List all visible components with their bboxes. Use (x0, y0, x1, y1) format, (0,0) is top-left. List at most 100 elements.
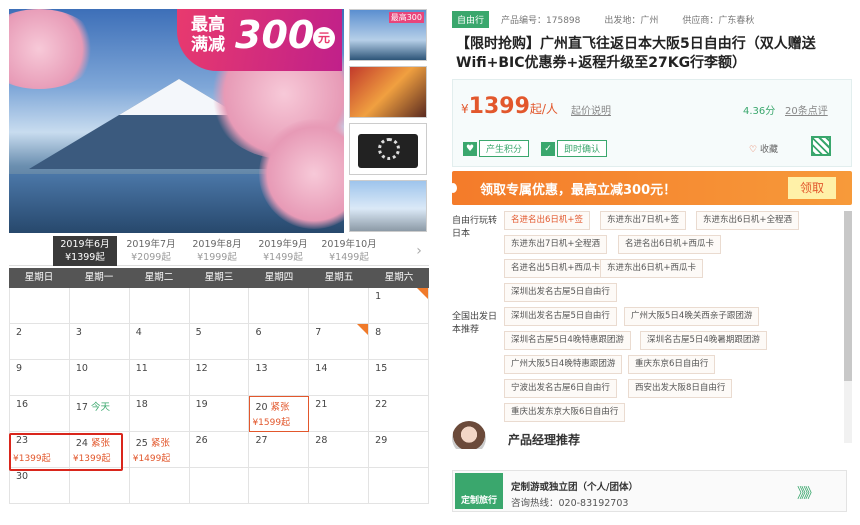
weekday-label: 星期六 (384, 272, 414, 283)
calendar-cell-day[interactable]: 27 (249, 432, 310, 468)
day-number: 8 (375, 327, 382, 338)
route-chip[interactable]: 东进东出6日机+西瓜卡 (600, 259, 704, 278)
reviews-link[interactable]: 20条点评 (785, 102, 828, 117)
thumbnail-2[interactable] (349, 66, 427, 118)
weekday-label: 星期四 (264, 272, 294, 283)
calendar-cell-day[interactable]: 15 (369, 360, 430, 396)
route-chip[interactable]: 广州大阪5日4晚特惠跟团游 (504, 355, 623, 374)
chevron-right-icon[interactable]: › (409, 236, 429, 266)
calendar-cell-day[interactable]: 12 (189, 360, 250, 396)
day-number: 18 (135, 399, 148, 410)
day-number: 25 (135, 438, 148, 449)
day-number: 20 (255, 402, 268, 413)
route-chip[interactable]: 深圳名古屋5日4晚暑期跟团游 (640, 331, 767, 350)
product-title: 【限时抢购】广州直飞往返日本大阪5日自由行（双人赠送Wifi+BIC优惠券+返程… (456, 36, 816, 71)
calendar-cell-day[interactable]: 7 (309, 324, 370, 360)
calendar-cell-day[interactable]: 1 (369, 288, 430, 324)
manager-avatar (452, 421, 486, 449)
calendar-cell-day[interactable]: 22 (369, 396, 430, 432)
promo-text: 最高满减 (191, 15, 225, 55)
month-label: 2019年9月 (258, 239, 308, 250)
price-value: 1399 (468, 94, 530, 119)
day-number: 6 (255, 327, 262, 338)
tab-month-3[interactable]: 2019年8月 ¥1999起 (185, 236, 249, 266)
day-number: 16 (16, 399, 29, 410)
scrollbar[interactable] (844, 211, 852, 443)
route-chip[interactable]: 广州大阪5日4晚关西亲子跟团游 (624, 307, 760, 326)
day-number: 2 (16, 327, 23, 338)
route-chip[interactable]: 东进东出7日机+全程酒 (504, 235, 608, 254)
route-chip[interactable]: 东进东出6日机+全程酒 (696, 211, 800, 230)
price-box: ¥1399起/人 起价说明 4.36分 20条点评 ♥ 产生积分 ✓ 即时确认 ♡ … (452, 79, 852, 167)
thumbnail-4[interactable] (349, 180, 427, 232)
month-price: ¥2099起 (131, 252, 171, 263)
calendar-cell-day[interactable]: 6 (249, 324, 310, 360)
route-chip[interactable]: 名进名出6日机+西瓜卡 (618, 235, 722, 254)
coupon-banner: 领取专属优惠，最高立减300元！ 领取 (449, 171, 852, 205)
calendar-cell-empty (309, 468, 370, 504)
route-chip[interactable]: 重庆出发东京大阪6日自由行 (504, 403, 626, 422)
route-chip[interactable]: 东进东出7日机+签 (600, 211, 687, 230)
calendar-cell-day[interactable]: 26 (189, 432, 250, 468)
calendar-cell-day[interactable]: 9 (10, 360, 70, 396)
calendar-cell-day[interactable]: 19 (189, 396, 250, 432)
calendar-cell-day[interactable]: 2 (10, 324, 70, 360)
route-chip[interactable]: 名进名出5日机+西瓜卡 (504, 259, 608, 278)
main-photo-fuji[interactable]: 最高满减 300 元 (9, 9, 344, 233)
tab-month-2[interactable]: 2019年7月 ¥2099起 (119, 236, 183, 266)
product-panel: 自由行 产品编号：175898 出发地：广州 供应商：广东春秋 【限时抢购】广州… (449, 9, 852, 449)
price-explain-link[interactable]: 起价说明 (571, 102, 611, 117)
tab-month-4[interactable]: 2019年9月 ¥1499起 (251, 236, 315, 266)
qr-code-icon[interactable] (811, 136, 831, 156)
hotline: 咨询热线：020-83192703 (511, 498, 629, 509)
instant-label: 即时确认 (557, 140, 608, 157)
calendar-cell-day[interactable]: 30 (10, 468, 70, 504)
custom-tour-card[interactable]: 定制旅行 定制游或独立团（个人/团体） 咨询热线：020-83192703 》》… (452, 470, 847, 512)
calendar-cell-empty (10, 288, 70, 324)
route-chip[interactable]: 深圳名古屋5日4晚特惠跟团游 (504, 331, 631, 350)
calendar-cell-empty (129, 468, 190, 504)
calendar-cell-available[interactable]: 25 紧张 ¥1499起 (129, 432, 190, 468)
calendar-cell-day[interactable]: 16 (10, 396, 70, 432)
tab-month-1[interactable]: 2019年6月 ¥1399起 (53, 236, 117, 266)
calendar-cell-day[interactable]: 21 (309, 396, 370, 432)
calendar-cell-day[interactable]: 18 (129, 396, 190, 432)
calendar-cell-day[interactable]: 3 (69, 324, 130, 360)
calendar-cell-day[interactable]: 5 (189, 324, 250, 360)
calendar-cell-day[interactable]: 8 (369, 324, 430, 360)
day-number: 5 (195, 327, 202, 338)
calendar-cell-day[interactable]: 4 (129, 324, 190, 360)
calendar-cell-day[interactable]: 29 (369, 432, 430, 468)
arrow-right-icon[interactable]: 》》》 (797, 483, 819, 503)
calendar-cell-day[interactable]: 10 (69, 360, 130, 396)
day-number: 21 (315, 399, 328, 410)
route-chip[interactable]: 深圳出发名古屋5日自由行 (504, 283, 617, 302)
departure-city: 出发地：广州 (604, 15, 659, 26)
favorite-label: 收藏 (759, 145, 778, 155)
calendar-cell-day[interactable]: 13 (249, 360, 310, 396)
weekday-label: 星期三 (204, 272, 234, 283)
scrollbar-thumb[interactable] (844, 211, 852, 381)
calendar-cell-day[interactable]: 14 (309, 360, 370, 396)
calendar-cell-today[interactable]: 17 今天 (69, 396, 130, 432)
thumbnail-3[interactable] (349, 123, 427, 175)
claim-coupon-button[interactable]: 领取 (788, 177, 836, 199)
month-price: ¥1499起 (263, 252, 303, 263)
route-chip[interactable]: 重庆东京6日自由行 (628, 355, 716, 374)
route-chip[interactable]: 名进名出6日机+签 (504, 211, 591, 230)
route-chip[interactable]: 深圳出发名古屋5日自由行 (504, 307, 617, 326)
route-chip[interactable]: 宁波出发名古屋6日自由行 (504, 379, 617, 398)
calendar-cell-empty (129, 288, 190, 324)
route-chip[interactable]: 西安出发大阪8日自由行 (628, 379, 733, 398)
calendar-cell-available[interactable]: 20 紧张 ¥1599起 (249, 396, 310, 432)
currency-symbol: ¥ (461, 102, 469, 116)
weekday-label: 星期日 (24, 272, 54, 283)
calendar-cell-day[interactable]: 11 (129, 360, 190, 396)
check-icon: ✓ (541, 141, 555, 156)
calendar-cell-day[interactable]: 28 (309, 432, 370, 468)
favorite-button[interactable]: ♡ 收藏 (749, 142, 778, 155)
thumbnail-1[interactable]: 最高300 (349, 9, 427, 61)
tab-month-5[interactable]: 2019年10月 ¥1499起 (317, 236, 381, 266)
day-number: 30 (16, 471, 29, 482)
promo-unit: 元 (313, 27, 335, 49)
